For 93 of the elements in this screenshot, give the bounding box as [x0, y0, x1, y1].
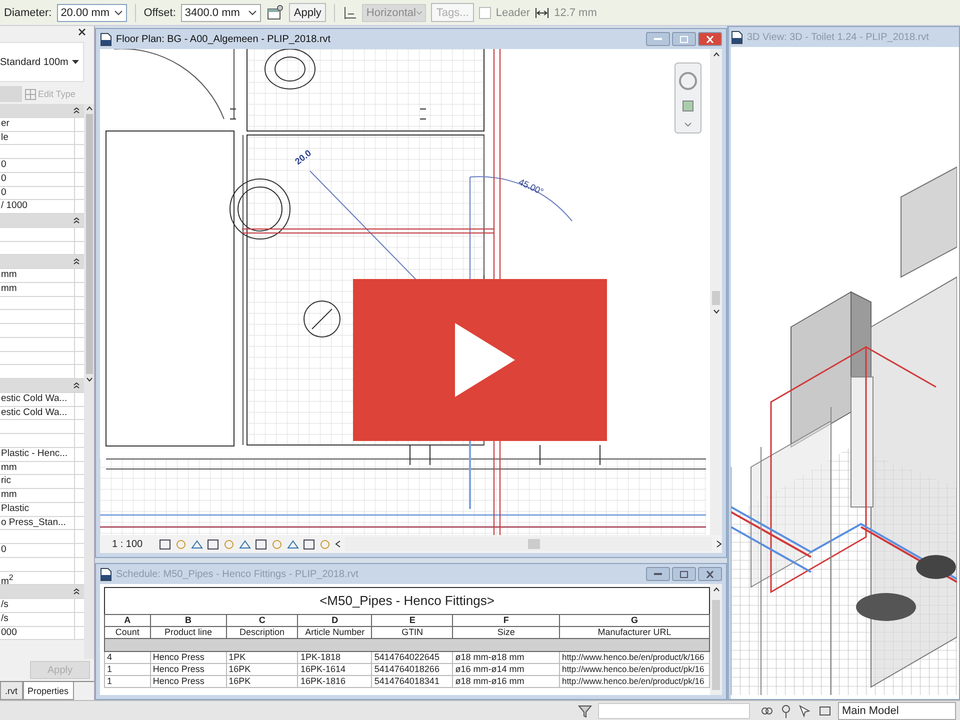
window-title: 3D View: 3D - Toilet 1.24 - PLIP_2018.rvt [747, 32, 929, 42]
document-icon [100, 568, 112, 580]
play-button[interactable] [353, 279, 607, 441]
column-letter[interactable]: E [372, 614, 453, 626]
document-icon [731, 30, 743, 44]
minimize-button[interactable] [646, 32, 670, 46]
table-cell: Henco Press [150, 664, 226, 676]
collapse-icon [73, 216, 80, 224]
model-dropdown[interactable]: Main Model [838, 702, 956, 720]
layers-icon[interactable] [818, 704, 832, 718]
table-cell: http://www.henco.be/en/product/pk/16 [559, 664, 710, 676]
column-letter[interactable]: G [559, 614, 710, 626]
close-button[interactable] [698, 32, 722, 46]
scroll-down-icon[interactable] [86, 377, 93, 382]
scroll-thumb[interactable] [86, 114, 93, 374]
column-letter[interactable]: D [298, 614, 372, 626]
close-icon[interactable] [78, 28, 86, 36]
leader-checkbox[interactable] [478, 6, 491, 18]
apply-button[interactable]: Apply [288, 3, 326, 22]
collapse-icon [73, 106, 80, 114]
window-title: Schedule: M50_Pipes - Henco Fittings - PLIP_2018.rvt [116, 568, 358, 580]
filter-icon[interactable] [578, 704, 592, 718]
table-cell: 5414764018341 [372, 676, 453, 688]
scroll-up-icon[interactable] [712, 52, 720, 57]
restore-icon [680, 570, 688, 578]
restore-button[interactable] [672, 567, 696, 581]
table-cell: 16PK-1614 [298, 664, 372, 676]
restore-icon [680, 36, 688, 42]
close-icon [706, 36, 714, 42]
offset-label: Offset: [144, 6, 176, 18]
scroll-thumb[interactable] [712, 291, 720, 305]
table-cell: Henco Press [150, 676, 226, 688]
table-cell: 16PK-1816 [298, 676, 372, 688]
align-icon[interactable] [343, 6, 358, 20]
table-cell: 16PK [226, 676, 298, 688]
scroll-down-icon[interactable] [712, 309, 720, 314]
table-cell: 16PK [226, 664, 298, 676]
minimize-button[interactable] [646, 567, 670, 581]
minimize-icon [654, 572, 662, 576]
close-icon [706, 570, 714, 578]
angle-label[interactable]: 45.00° [517, 176, 546, 197]
navigation-bar-drawing[interactable] [674, 62, 702, 134]
scale-label[interactable]: 1 : 100 [112, 538, 143, 550]
document-icon [100, 32, 112, 46]
table-cell: http://www.henco.be/en/product/pk/16 [559, 676, 710, 688]
dimension-icon [535, 6, 550, 18]
play-icon [455, 323, 515, 397]
diameter-label: Diameter: [4, 6, 52, 18]
diameter-field[interactable]: 20.00 mm [56, 4, 127, 22]
column-letter[interactable]: F [452, 614, 560, 626]
window-title: Floor Plan: BG - A00_Algemeen - PLIP_2018.rvt [116, 34, 331, 44]
restore-button[interactable] [672, 32, 696, 46]
leader-label: Leader [496, 6, 530, 18]
edit-type-icon [25, 88, 36, 100]
column-letter[interactable]: C [226, 614, 298, 626]
scroll-up-icon[interactable] [86, 106, 93, 111]
minimize-icon [654, 38, 662, 40]
window-icon[interactable] [266, 4, 284, 22]
table-cell: ø16 mm-ø14 mm [452, 664, 560, 676]
schedule-heading: <M50_Pipes - Henco Fittings> [104, 587, 710, 614]
scroll-thumb[interactable] [528, 539, 540, 549]
chevron-icon [114, 10, 123, 16]
table-cell: 5414764018266 [372, 664, 453, 676]
collapse-icon [73, 258, 80, 266]
offset-field[interactable]: 3400.0 mm [180, 4, 261, 22]
length-value: 12.7 mm [554, 6, 597, 18]
table-cell: 1PK-1818 [298, 652, 372, 664]
table-cell: ø18 mm-ø16 mm [452, 676, 560, 688]
collapse-icon [73, 382, 80, 389]
dropdown-arrow-icon [72, 60, 79, 64]
table-cell: 5414764022645 [372, 652, 453, 664]
select-icon[interactable] [798, 704, 812, 718]
chevron-icon [248, 10, 257, 16]
dimension-label[interactable]: 20.0 [293, 148, 314, 167]
scroll-up-icon[interactable] [712, 587, 720, 592]
collapse-icon [73, 588, 80, 596]
table-cell: 1PK [226, 652, 298, 664]
scroll-left-icon[interactable] [334, 540, 341, 548]
table-cell: http://www.henco.be/en/product/k/166 [559, 652, 710, 664]
scroll-right-icon[interactable] [716, 540, 722, 548]
table-cell: 4 [104, 652, 150, 664]
panel-tab[interactable]: Properties [22, 682, 74, 700]
column-letter[interactable]: B [150, 614, 226, 626]
panel-tab[interactable]: .rvt [0, 682, 22, 700]
chevron-icon [416, 10, 422, 16]
table-cell: ø18 mm-ø18 mm [452, 652, 560, 664]
type-selector[interactable]: Standard 100m [0, 42, 84, 82]
table-cell: 1 [104, 664, 150, 676]
scroll-thumb[interactable] [712, 600, 720, 690]
close-button[interactable] [698, 567, 722, 581]
table-cell: Henco Press [150, 652, 226, 664]
table-cell: 1 [104, 676, 150, 688]
column-letter[interactable]: A [104, 614, 150, 626]
